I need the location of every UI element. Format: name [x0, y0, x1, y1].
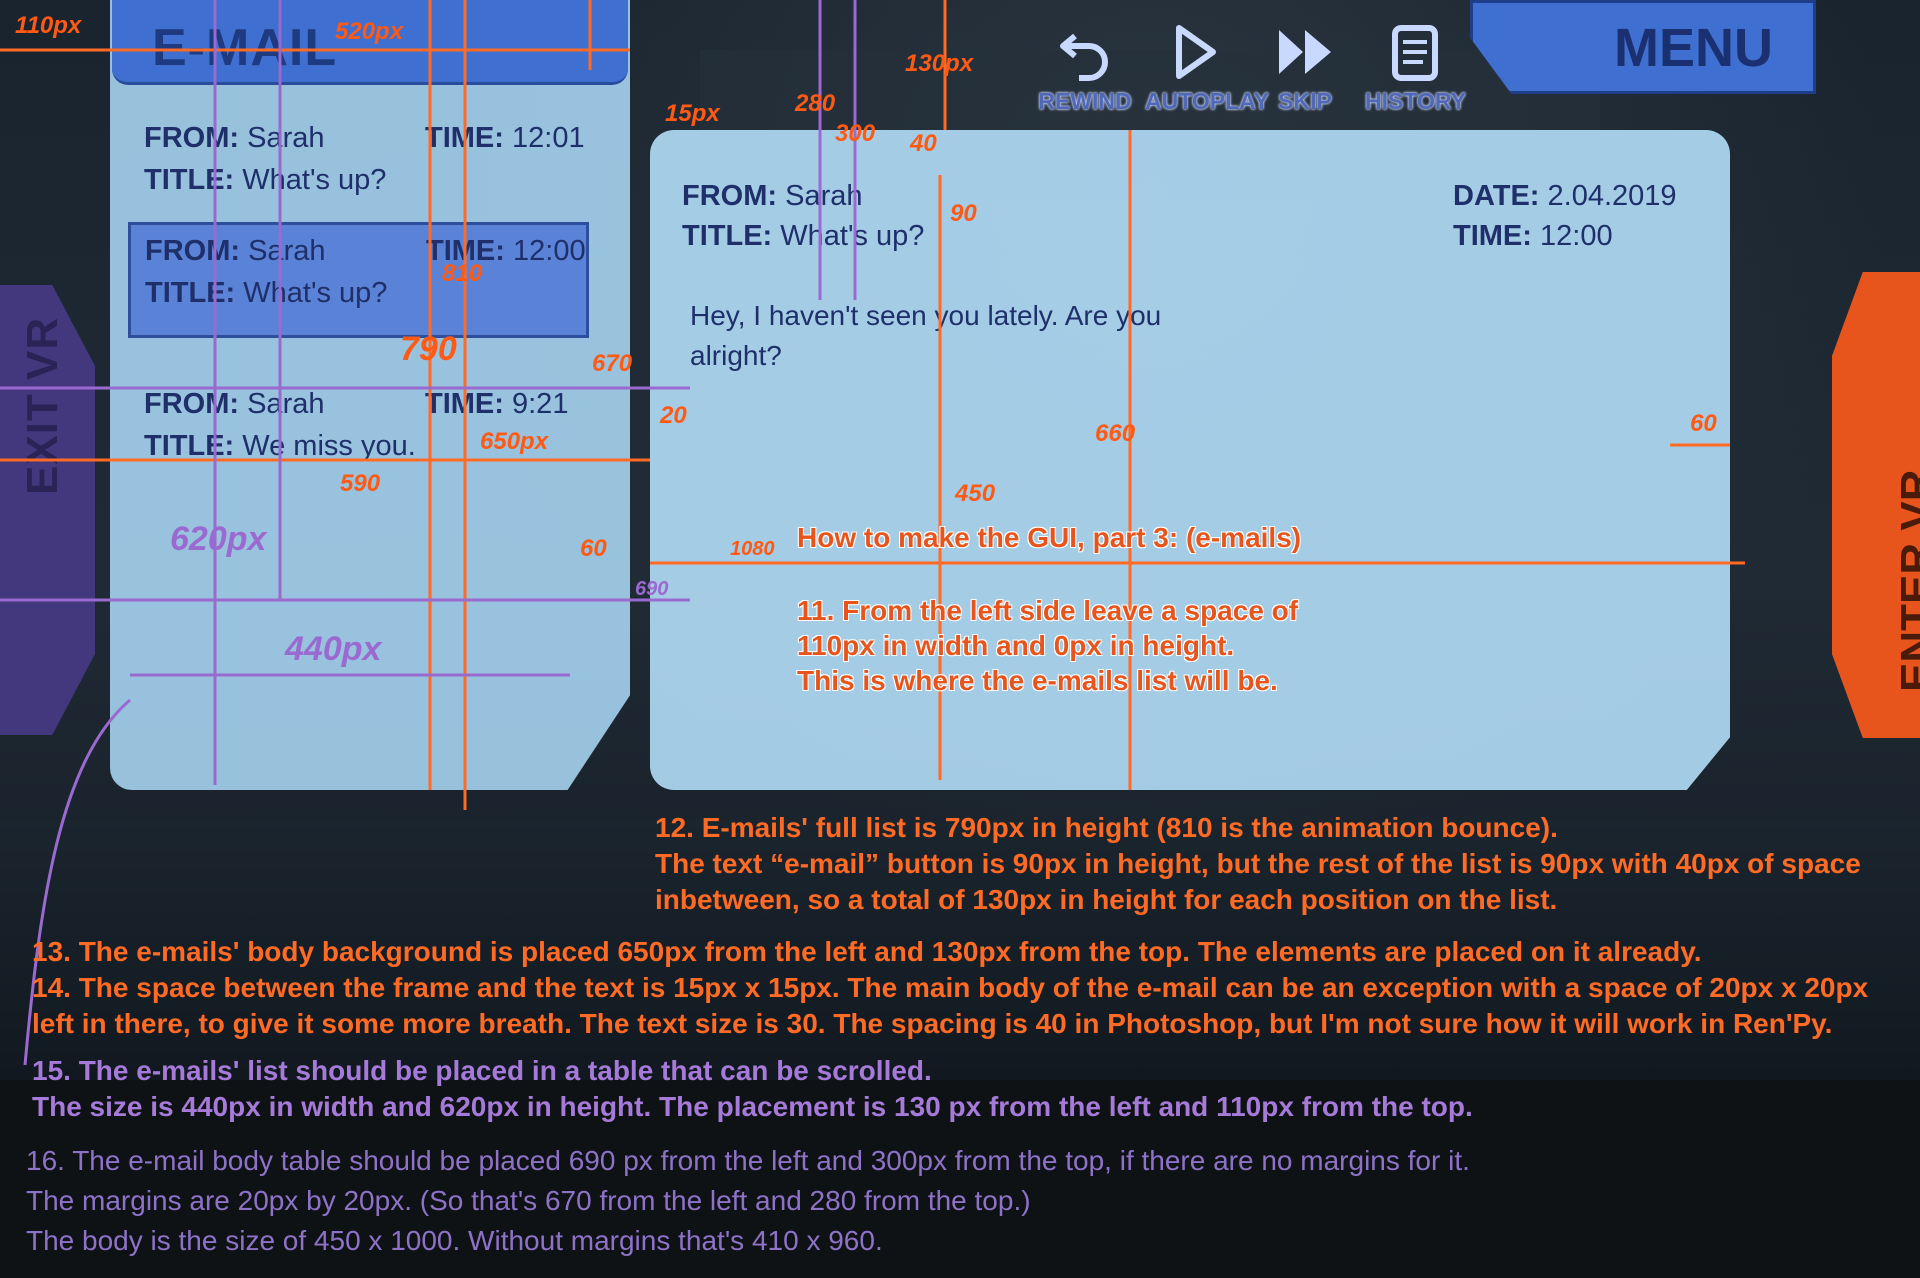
play-icon	[1176, 25, 1216, 79]
measure-mark: 90	[950, 200, 977, 227]
measure-mark: 300	[835, 120, 876, 147]
body-title: TITLE: What's up?	[682, 220, 925, 252]
entry-from: FROM: Sarah	[144, 122, 325, 154]
entry-from: FROM: Sarah	[145, 235, 326, 267]
menu-button[interactable]: MENU	[1470, 0, 1816, 94]
skip-button[interactable]: SKIP	[1255, 22, 1355, 115]
measure-mark: 20	[660, 402, 687, 429]
email-list-item[interactable]: FROM: Sarah TIME: 12:01 TITLE: What's up…	[130, 112, 585, 222]
entry-from: FROM: Sarah	[144, 388, 325, 420]
caption-12a: 12. E-mails' full list is 790px in heigh…	[655, 812, 1558, 843]
email-list-title: E-MAIL	[152, 19, 338, 77]
measure-mark: 660	[1095, 420, 1136, 447]
caption-16b: The margins are 20px by 20px. (So that's…	[26, 1185, 1031, 1216]
measure-mark: 60	[580, 535, 607, 562]
rewind-button[interactable]: REWIND	[1035, 22, 1135, 115]
menu-label: MENU	[1614, 18, 1773, 78]
body-message: Hey, I haven't seen you lately. Are you …	[690, 300, 1162, 371]
guide-heading: How to make the GUI, part 3: (e-mails)	[797, 522, 1302, 553]
measure-mark: 280	[795, 90, 836, 117]
caption-15b: The size is 440px in width and 620px in …	[32, 1091, 1473, 1122]
enter-vr-label: ENTER VR	[1892, 469, 1920, 692]
caption-14a: 14. The space between the frame and the …	[32, 972, 1869, 1003]
rewind-icon	[1060, 33, 1108, 81]
guide-note-11a: 11. From the left side leave a space of	[797, 595, 1299, 626]
autoplay-label: AUTOPLAY	[1145, 88, 1269, 114]
caption-12c: inbetween, so a total of 130px in height…	[655, 884, 1558, 915]
caption-16a: 16. The e-mail body table should be plac…	[26, 1145, 1470, 1176]
measure-mark: 650px	[480, 428, 549, 455]
entry-time: TIME: 9:21	[425, 388, 569, 420]
measure-mark: 130px	[905, 50, 974, 77]
entry-time: TIME: 12:01	[425, 122, 585, 154]
body-from: FROM: Sarah	[682, 180, 863, 212]
guide-note-11c: This is where the e-mails list will be.	[797, 665, 1278, 696]
history-icon	[1392, 25, 1438, 81]
measure-mark: 440px	[285, 630, 382, 668]
caption-13: 13. The e-mails' body background is plac…	[32, 936, 1702, 967]
measure-mark: 110px	[15, 12, 82, 39]
measure-mark: 670	[592, 350, 633, 377]
entry-title: TITLE: We miss you.	[144, 430, 416, 462]
exit-vr-button[interactable]: EXIT VR	[0, 285, 95, 735]
email-list-item-selected[interactable]: FROM: Sarah TIME: 12:00 TITLE: What's up…	[128, 222, 589, 338]
measure-mark: 60	[1690, 410, 1717, 437]
history-label: HISTORY	[1365, 88, 1466, 114]
body-date: DATE: 2.04.2019	[1453, 180, 1677, 212]
guide-note-11b: 110px in width and 0px in height.	[797, 630, 1235, 661]
caption-14b: left in there, to give it some more brea…	[32, 1008, 1833, 1039]
autoplay-button[interactable]: AUTOPLAY	[1145, 22, 1269, 115]
measure-mark: 15px	[665, 100, 720, 127]
measure-mark: 520px	[335, 18, 404, 45]
exit-vr-label: EXIT VR	[18, 316, 67, 495]
measure-mark: 690	[635, 578, 669, 600]
measure-mark: 590	[340, 470, 381, 497]
measure-mark: 620px	[170, 520, 267, 558]
measure-mark: 810	[442, 260, 483, 287]
body-time: TIME: 12:00	[1453, 220, 1613, 252]
measure-mark: 1080	[730, 538, 775, 560]
caption-12b: The text “e-mail” button is 90px in heig…	[655, 848, 1861, 879]
entry-title: TITLE: What's up?	[145, 277, 388, 309]
skip-label: SKIP	[1278, 88, 1332, 114]
history-button[interactable]: HISTORY	[1365, 22, 1466, 115]
skip-icon	[1279, 30, 1331, 74]
caption-15a: 15. The e-mails' list should be placed i…	[32, 1055, 932, 1086]
measure-mark: 790	[400, 330, 457, 368]
enter-vr-button[interactable]: ENTER VR	[1832, 272, 1920, 738]
entry-title: TITLE: What's up?	[144, 164, 387, 196]
rewind-label: REWIND	[1038, 88, 1132, 114]
measure-mark: 40	[910, 130, 937, 157]
measure-mark: 450	[955, 480, 996, 507]
caption-16c: The body is the size of 450 x 1000. With…	[26, 1225, 883, 1256]
